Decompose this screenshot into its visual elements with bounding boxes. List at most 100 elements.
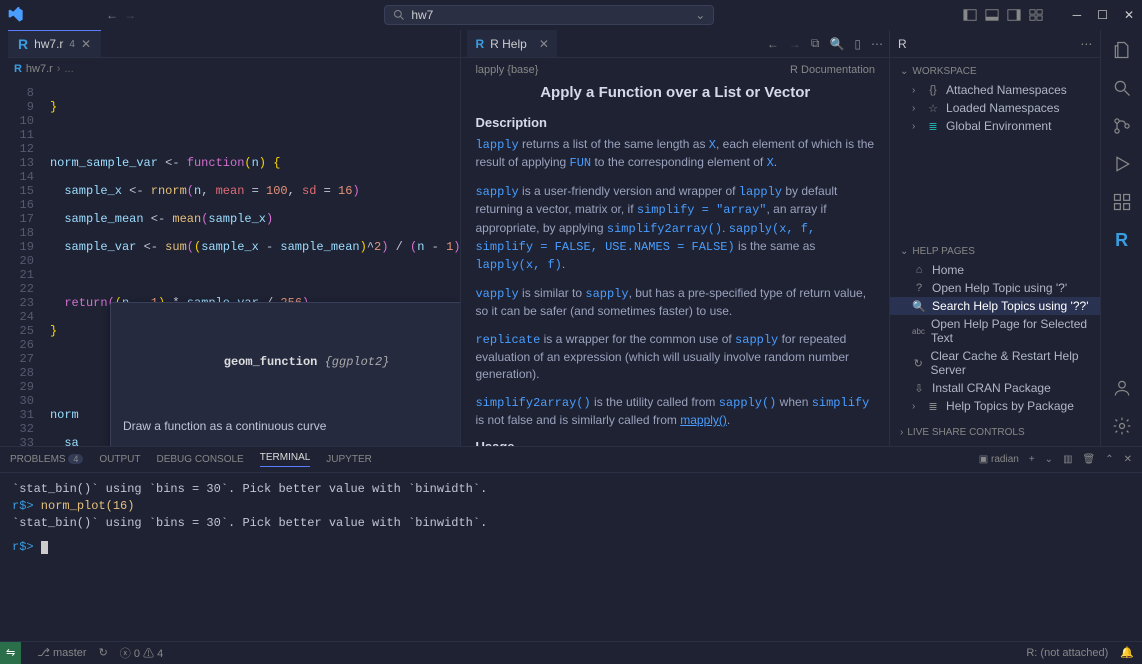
tab-debug-console[interactable]: DEBUG CONSOLE — [156, 454, 243, 465]
close-panel-icon[interactable]: ✕ — [1124, 454, 1132, 465]
help-p2: sapply is a user-friendly version and wr… — [475, 183, 875, 275]
help-doc-label: R Documentation — [790, 64, 875, 76]
terminal-dropdown-icon[interactable]: ⌄ — [1045, 454, 1053, 465]
layout-controls — [963, 8, 1043, 22]
vscode-logo-icon — [8, 7, 24, 23]
code-content[interactable]: } norm_sample_var <- function(n) { sampl… — [42, 80, 461, 446]
search-icon[interactable] — [1112, 78, 1132, 98]
files-icon[interactable] — [1112, 40, 1132, 60]
home-icon: ⌂ — [912, 264, 926, 276]
tab-close-icon[interactable]: ✕ — [539, 37, 549, 51]
help-home[interactable]: ⌂Home — [890, 261, 1100, 279]
tab-r-help[interactable]: R R Help ✕ — [467, 30, 556, 57]
bottom-panel: PROBLEMS 4 OUTPUT DEBUG CONSOLE TERMINAL… — [0, 446, 1142, 641]
breadcrumb-more: ... — [64, 63, 73, 75]
help-by-package[interactable]: ›≣Help Topics by Package — [890, 397, 1100, 415]
breadcrumb-file: hw7.r — [26, 63, 53, 75]
r-status[interactable]: R: (not attached) — [1026, 647, 1108, 659]
remote-indicator[interactable]: ⇋ — [0, 642, 21, 664]
command-center-search[interactable]: ⌄ — [384, 5, 714, 25]
tab-hw7[interactable]: R hw7.r 4 ✕ — [8, 30, 101, 57]
terminal-line: `stat_bin()` using `bins = 30`. Pick bet… — [12, 515, 1130, 532]
titlebar: ← → ⌄ ─ ☐ ✕ — [0, 0, 1142, 30]
trash-icon[interactable]: 🗑 — [1083, 454, 1096, 465]
activitybar-left — [0, 30, 8, 446]
r-sidebar: R ⋯ ⌄Workspace ›{}Attached Namespaces ›☆… — [890, 30, 1100, 446]
window-controls: ─ ☐ ✕ — [1073, 8, 1134, 22]
new-terminal-icon[interactable]: + — [1029, 454, 1035, 465]
more-icon[interactable]: ⋯ — [1080, 37, 1092, 51]
tab-jupyter[interactable]: JUPYTER — [326, 454, 372, 465]
help-clear-cache[interactable]: ↻Clear Cache & Restart Help Server — [890, 347, 1100, 379]
hover-short-desc: Draw a function as a continuous curve — [123, 419, 449, 433]
nav-forward-icon[interactable]: → — [789, 36, 801, 51]
statusbar: ⇋ ⎇ master ↻ ⓧ 0 ⚠ 4 R: (not attached) 🔔 — [0, 641, 1142, 663]
search-icon: 🔍 — [912, 300, 926, 313]
help-search-topics[interactable]: 🔍Search Help Topics using '??' — [890, 297, 1100, 315]
section-help-pages[interactable]: ⌄Help Pages — [890, 242, 1100, 261]
notifications-icon[interactable]: 🔔 — [1120, 646, 1134, 659]
download-icon: ⇩ — [912, 382, 926, 395]
tab-problems[interactable]: PROBLEMS 4 — [10, 454, 83, 465]
maximize-icon[interactable]: ☐ — [1097, 8, 1108, 22]
r-file-icon: R — [18, 36, 28, 52]
list-icon: ≣ — [926, 400, 940, 413]
hover-signature: geom_function {ggplot2} — [123, 341, 449, 383]
r-help-icon: R — [475, 37, 484, 51]
help-install-cran[interactable]: ⇩Install CRAN Package — [890, 379, 1100, 397]
terminal-prompt: r$> — [12, 539, 1130, 556]
settings-gear-icon[interactable] — [1112, 416, 1132, 436]
layout-bottom-icon[interactable] — [985, 8, 999, 22]
panel-tabs: PROBLEMS 4 OUTPUT DEBUG CONSOLE TERMINAL… — [0, 447, 1142, 473]
search-input[interactable] — [411, 8, 689, 22]
layout-right-icon[interactable] — [1007, 8, 1021, 22]
tab-output[interactable]: OUTPUT — [99, 454, 140, 465]
minimize-icon[interactable]: ─ — [1073, 8, 1082, 22]
help-title: Apply a Function over a List or Vector — [475, 84, 875, 101]
help-panel: R R Help ✕ ← → ⧉ 🔍 ▯ ⋯ lapply {base} R D… — [461, 30, 890, 446]
help-selected-text[interactable]: abcOpen Help Page for Selected Text — [890, 315, 1100, 347]
hover-documentation: geom_function {ggplot2} Draw a function … — [110, 302, 461, 446]
help-content[interactable]: lapply {base} R Documentation Apply a Fu… — [461, 58, 889, 446]
account-icon[interactable] — [1112, 378, 1132, 398]
maximize-panel-icon[interactable]: ⌃ — [1105, 454, 1113, 465]
git-branch[interactable]: ⎇ master — [37, 646, 86, 659]
question-icon: ? — [912, 282, 926, 294]
layout-left-icon[interactable] — [963, 8, 977, 22]
problems-status[interactable]: ⓧ 0 ⚠ 4 — [120, 645, 163, 661]
workspace-attached[interactable]: ›{}Attached Namespaces — [890, 81, 1100, 99]
terminal-body[interactable]: `stat_bin()` using `bins = 30`. Pick bet… — [0, 473, 1142, 641]
run-debug-icon[interactable] — [1112, 154, 1132, 174]
help-open-topic[interactable]: ?Open Help Topic using '?' — [890, 279, 1100, 297]
r-file-icon: R — [14, 63, 22, 75]
help-p4: replicate is a wrapper for the common us… — [475, 331, 875, 384]
open-external-icon[interactable]: ⧉ — [811, 36, 820, 51]
workspace-loaded[interactable]: ›☆Loaded Namespaces — [890, 99, 1100, 117]
book-icon[interactable]: ▯ — [854, 36, 861, 51]
nav-back-icon[interactable]: ← — [106, 8, 118, 22]
close-icon[interactable]: ✕ — [1124, 8, 1134, 22]
workspace-global[interactable]: ›≣Global Environment — [890, 117, 1100, 135]
layout-custom-icon[interactable] — [1029, 8, 1043, 22]
mapply-link[interactable]: mapply() — [680, 413, 727, 427]
search-icon — [393, 9, 405, 21]
tab-close-icon[interactable]: ✕ — [81, 37, 91, 51]
help-topic: lapply {base} — [475, 64, 538, 76]
extensions-icon[interactable] — [1112, 192, 1132, 212]
search-icon[interactable]: 🔍 — [829, 36, 844, 51]
terminal-shell-label[interactable]: ▣ radian — [979, 454, 1019, 465]
source-control-icon[interactable] — [1112, 116, 1132, 136]
editor-body[interactable]: 8910111213141516171819202122232425262728… — [8, 80, 461, 446]
nav-forward-icon[interactable]: → — [124, 8, 136, 22]
chevron-down-icon[interactable]: ⌄ — [695, 8, 705, 22]
section-workspace[interactable]: ⌄Workspace — [890, 62, 1100, 81]
more-icon[interactable]: ⋯ — [871, 36, 883, 51]
split-terminal-icon[interactable]: ▥ — [1063, 454, 1072, 465]
tab-terminal[interactable]: TERMINAL — [260, 452, 311, 467]
breadcrumb[interactable]: R hw7.r › ... — [8, 58, 461, 80]
section-live-share[interactable]: ›Live Share Controls — [890, 423, 1100, 442]
r-extension-icon[interactable]: R — [1115, 230, 1128, 251]
nav-back-icon[interactable]: ← — [767, 36, 779, 51]
help-p1: lapply returns a list of the same length… — [475, 136, 875, 173]
sync-icon[interactable]: ↻ — [99, 646, 108, 659]
